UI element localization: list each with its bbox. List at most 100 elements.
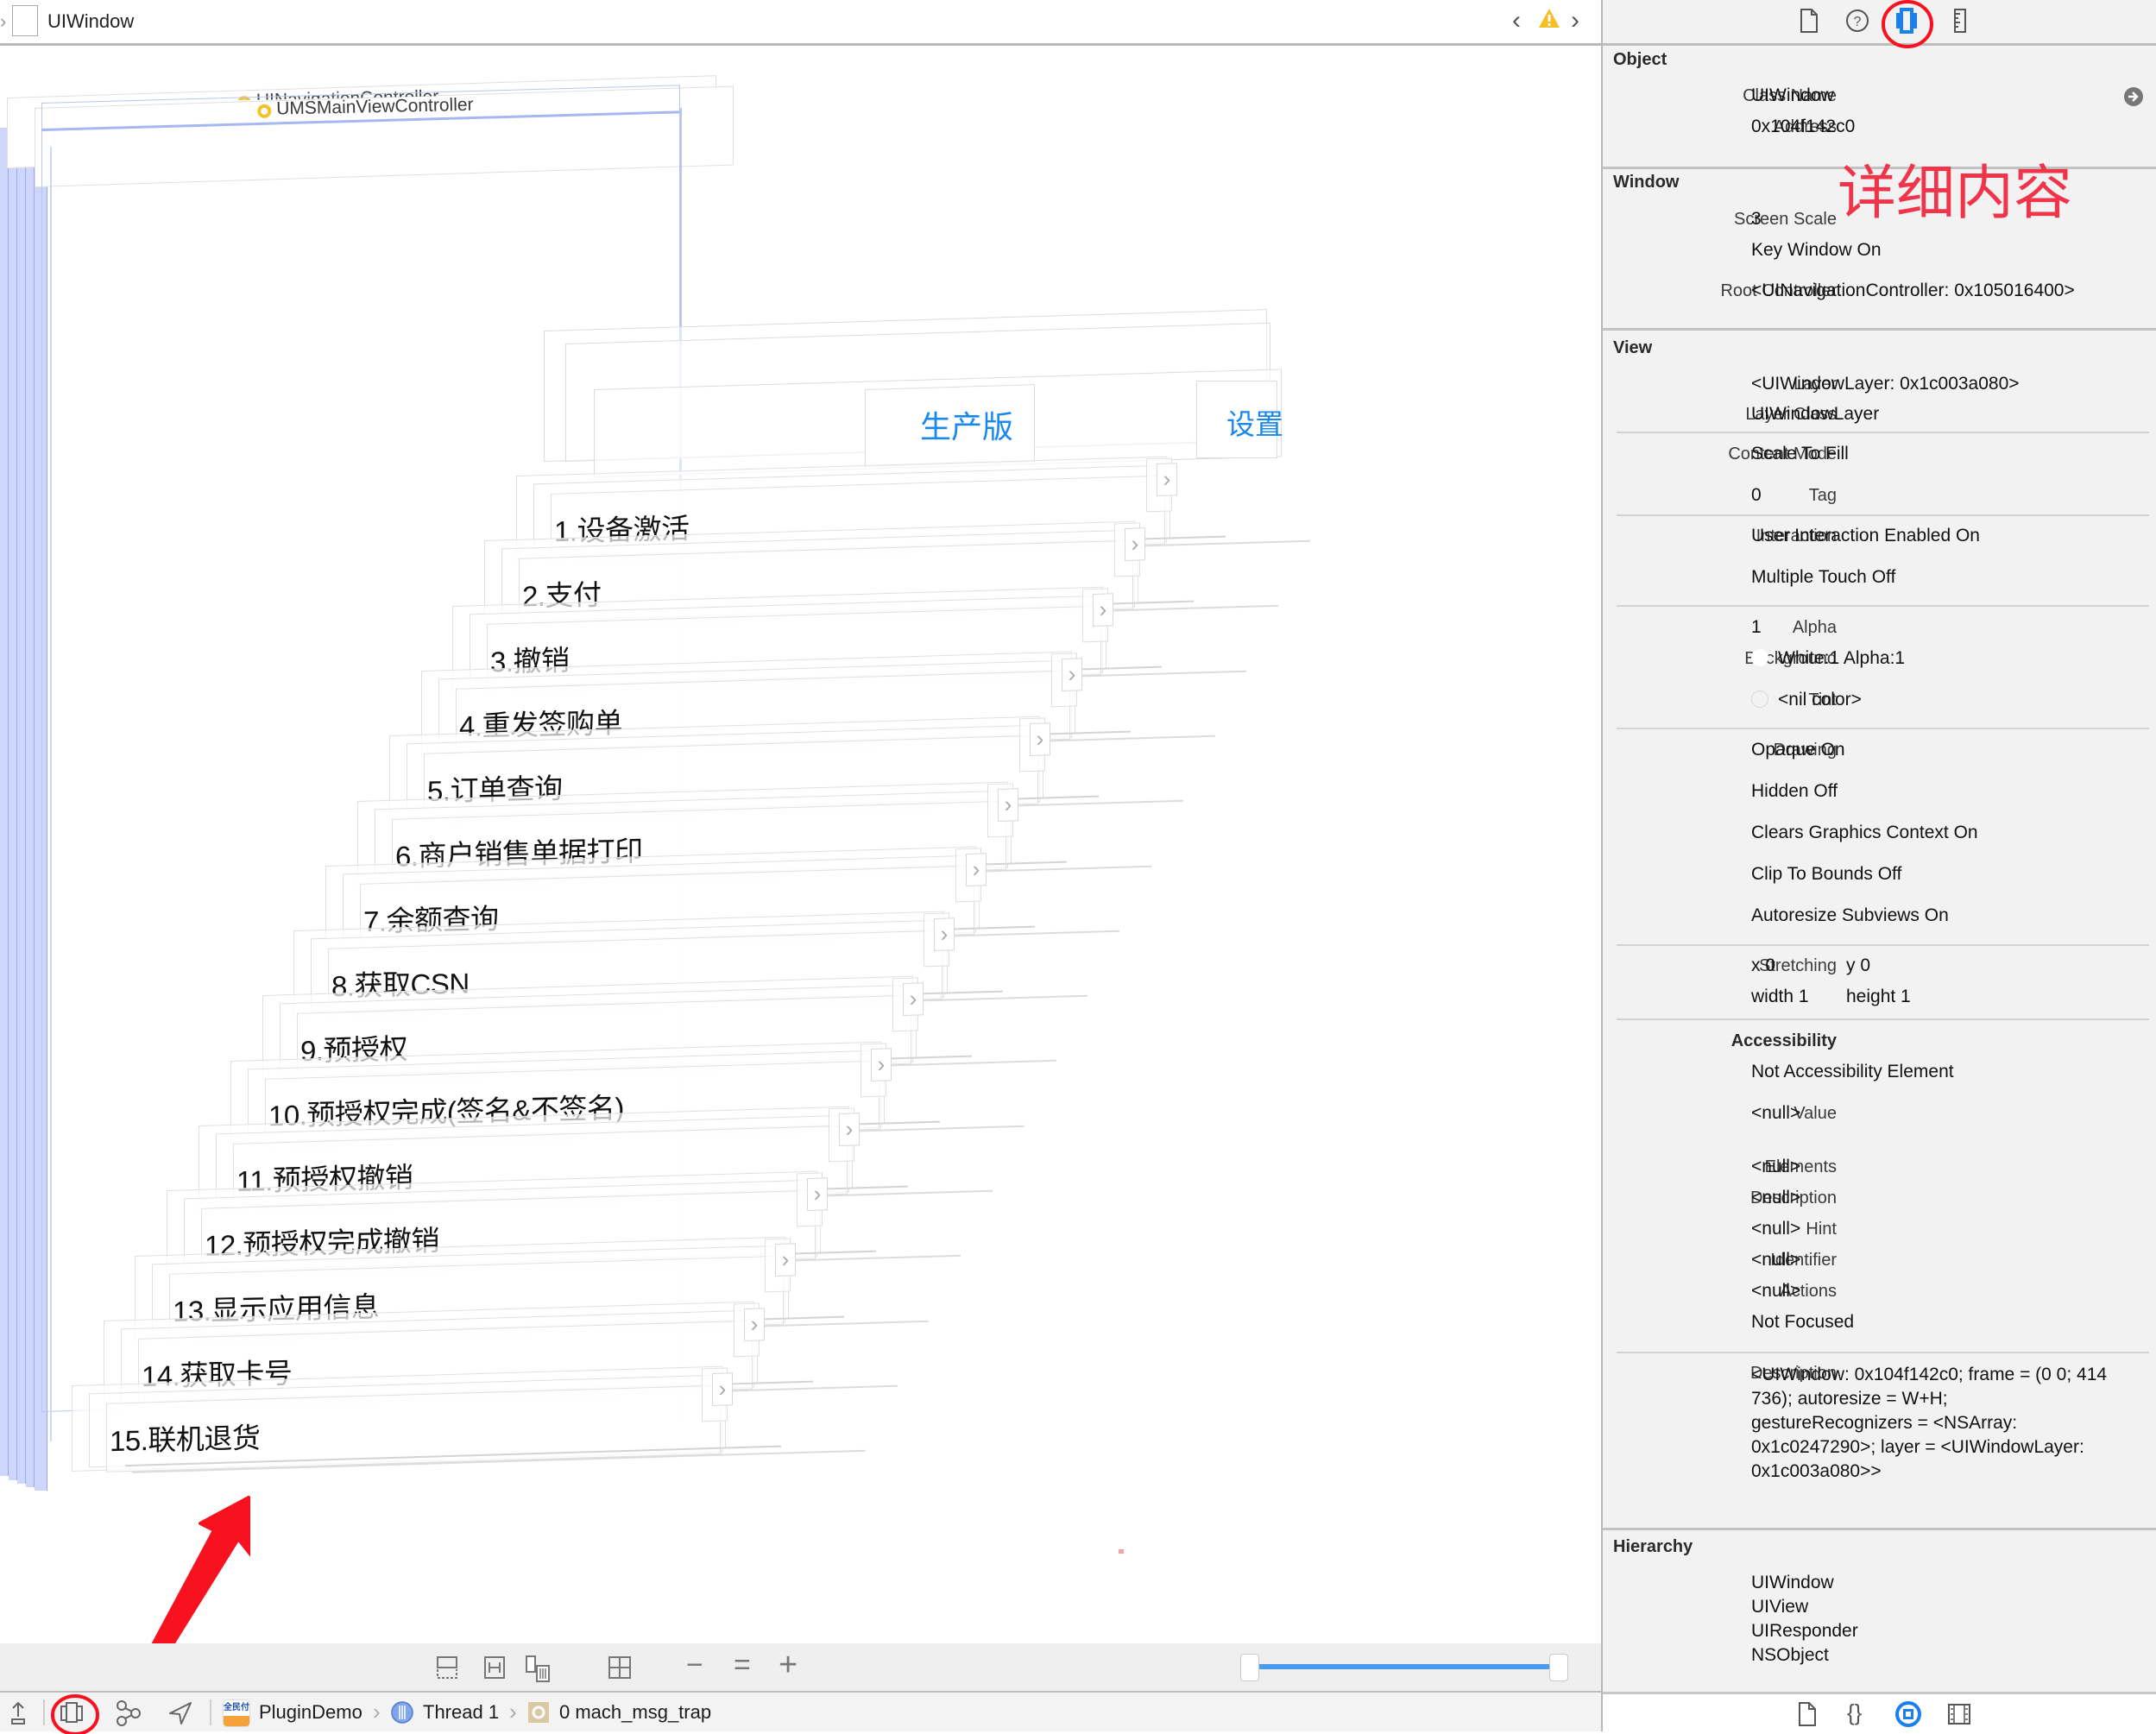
separator (43, 1699, 45, 1725)
actions-value: <null> (1751, 1281, 1801, 1301)
hint-label: Hint (1806, 1220, 1837, 1239)
disclosure-chevron-icon: › (1125, 527, 1146, 562)
drawing-autoresize-value: Autoresize Subviews On (1751, 905, 1949, 925)
quick-help-icon[interactable]: ? (1844, 7, 1870, 35)
background-color-swatch (1751, 649, 1768, 666)
breadcrumb-thread[interactable]: Thread 1 (423, 1693, 499, 1731)
selection-edge (50, 147, 52, 1441)
alpha-label: Alpha (1792, 618, 1837, 637)
menu-row[interactable]: › 15.联机退货 (71, 1348, 866, 1474)
interaction-enabled-value: User Interaction Enabled On (1751, 526, 1980, 545)
alpha-value: 1 (1751, 617, 1762, 637)
address-value: 0x104f142c0 (1751, 117, 1856, 136)
accessibility-description-value: <null> (1751, 1188, 1801, 1207)
thread-icon (391, 1701, 413, 1724)
stack-frame-gear-icon (528, 1702, 549, 1723)
tag-label: Tag (1808, 486, 1837, 505)
divider (1617, 728, 2149, 729)
disclosure-chevron-icon: › (839, 1113, 860, 1146)
svg-text:?: ? (1854, 15, 1862, 29)
constraints-icon[interactable] (483, 1655, 506, 1680)
separator (210, 1699, 211, 1725)
disclosure-chevron-icon: › (966, 853, 987, 886)
range-high-handle[interactable] (1549, 1654, 1568, 1681)
layer-edge (9, 132, 17, 1480)
section-accessibility-title: Accessibility (1730, 1031, 1837, 1050)
section-hierarchy-title: Hierarchy (1613, 1537, 1693, 1556)
stray-mark (1119, 1549, 1124, 1554)
divider (1617, 432, 2149, 433)
screen-scale-value: 3 (1751, 209, 1762, 229)
stretch-height-value: height 1 (1846, 987, 1911, 1006)
elements-value: <null> (1751, 1157, 1801, 1176)
range-low-handle[interactable] (1240, 1654, 1259, 1681)
breadcrumb-chevron-icon: › (509, 1699, 517, 1725)
warning-triangle-icon[interactable] (1538, 7, 1560, 29)
env-button[interactable]: 生产版 (920, 402, 1013, 447)
stretch-width-value: width 1 (1751, 987, 1809, 1006)
zoom-in-button[interactable]: + (779, 1647, 797, 1684)
hierarchy-item: NSObject (1751, 1645, 1829, 1665)
description-line: 0x1c003a080>> (1751, 1461, 1882, 1481)
memory-graph-icon[interactable] (115, 1699, 142, 1727)
hint-value: <null> (1751, 1219, 1801, 1239)
library-bar: {} (1603, 1692, 2156, 1734)
previous-issue-button[interactable]: ‹ (1512, 7, 1521, 35)
hierarchy-item: UIResponder (1751, 1621, 1858, 1641)
disclosure-chevron-icon: › (1029, 722, 1050, 757)
zoom-actual-button[interactable]: = (734, 1649, 751, 1682)
screen-scale-label: Screen Scale (1734, 210, 1837, 229)
layer-value: <UIWindowLayer: 0x1c003a080> (1751, 374, 2020, 394)
jumpbar-chevron-icon[interactable]: › (0, 10, 9, 33)
divider (1617, 514, 2149, 516)
go-to-class-icon[interactable] (2123, 86, 2144, 107)
view-controller-icon (257, 104, 272, 118)
breadcrumb-app[interactable]: PluginDemo (259, 1693, 362, 1731)
media-library-icon[interactable] (1947, 1701, 1971, 1727)
section-object-title: Object (1613, 50, 1667, 69)
object-library-icon[interactable] (1894, 1700, 1922, 1728)
divider (1603, 328, 2156, 331)
description-line: 0x1c0247290>; layer = <UIWindowLayer: (1751, 1437, 2084, 1457)
drawing-clip-value: Clip To Bounds Off (1751, 864, 1902, 884)
debug-bar: 全民付 PluginDemo › Thread 1 › 0 mach_msg_t… (0, 1693, 1601, 1734)
disclosure-chevron-icon: › (934, 917, 955, 952)
disclosure-chevron-icon: › (807, 1177, 829, 1212)
editor-area: › UIWindow ‹ › UINavigationController UM… (0, 0, 1601, 1734)
divider (1617, 1352, 2149, 1353)
annotation-circle-icon (51, 1694, 99, 1734)
layer-edge (0, 128, 9, 1476)
root-controller-value: <UINavigationController: 0x105016400> (1751, 281, 2075, 300)
hierarchy-list: UIWindow UIView UIResponder NSObject (1751, 1571, 1858, 1668)
section-window-title: Window (1613, 173, 1680, 192)
drawing-opaque-value: Opaque On (1751, 740, 1845, 760)
layer-range-slider[interactable] (1240, 1654, 1568, 1681)
disclosure-chevron-icon: › (1157, 463, 1177, 496)
size-inspector-icon[interactable] (1947, 7, 1973, 35)
view-debugger-canvas[interactable]: UINavigationController UMSMainViewContro… (0, 46, 1601, 1643)
settings-button[interactable]: 设置 (1226, 401, 1283, 443)
code-snippet-icon[interactable]: {} (1847, 1699, 1862, 1726)
next-issue-button[interactable]: › (1571, 7, 1579, 35)
breadcrumb-chevron-icon: › (373, 1699, 381, 1725)
grid-icon[interactable] (608, 1655, 632, 1680)
focus-value: Not Focused (1751, 1312, 1855, 1332)
description-line: <UIWindow: 0x104f142c0; frame = (0 0; 41… (1751, 1365, 2108, 1384)
tint-color-swatch (1751, 690, 1768, 708)
file-inspector-icon[interactable] (1796, 7, 1822, 35)
class-name-value: UIWindow (1751, 85, 1834, 105)
view-mode-icon[interactable] (525, 1655, 554, 1683)
zoom-out-button[interactable]: − (686, 1649, 703, 1682)
file-template-icon[interactable] (1796, 1701, 1819, 1727)
breadcrumb-frame[interactable]: 0 mach_msg_trap (559, 1693, 711, 1731)
annotation-circle-icon (1882, 0, 1933, 48)
simulate-location-icon[interactable] (167, 1701, 193, 1725)
jumpbar-title[interactable]: UIWindow (47, 9, 134, 35)
hide-debug-area-icon[interactable] (9, 1701, 28, 1725)
layer-class-value: UIWindowLayer (1751, 404, 1880, 424)
view-icon (12, 5, 38, 36)
drawing-hidden-value: Hidden Off (1751, 781, 1838, 801)
disclosure-chevron-icon: › (1061, 658, 1082, 691)
divider (1617, 605, 2149, 607)
clip-icon[interactable] (436, 1655, 458, 1680)
